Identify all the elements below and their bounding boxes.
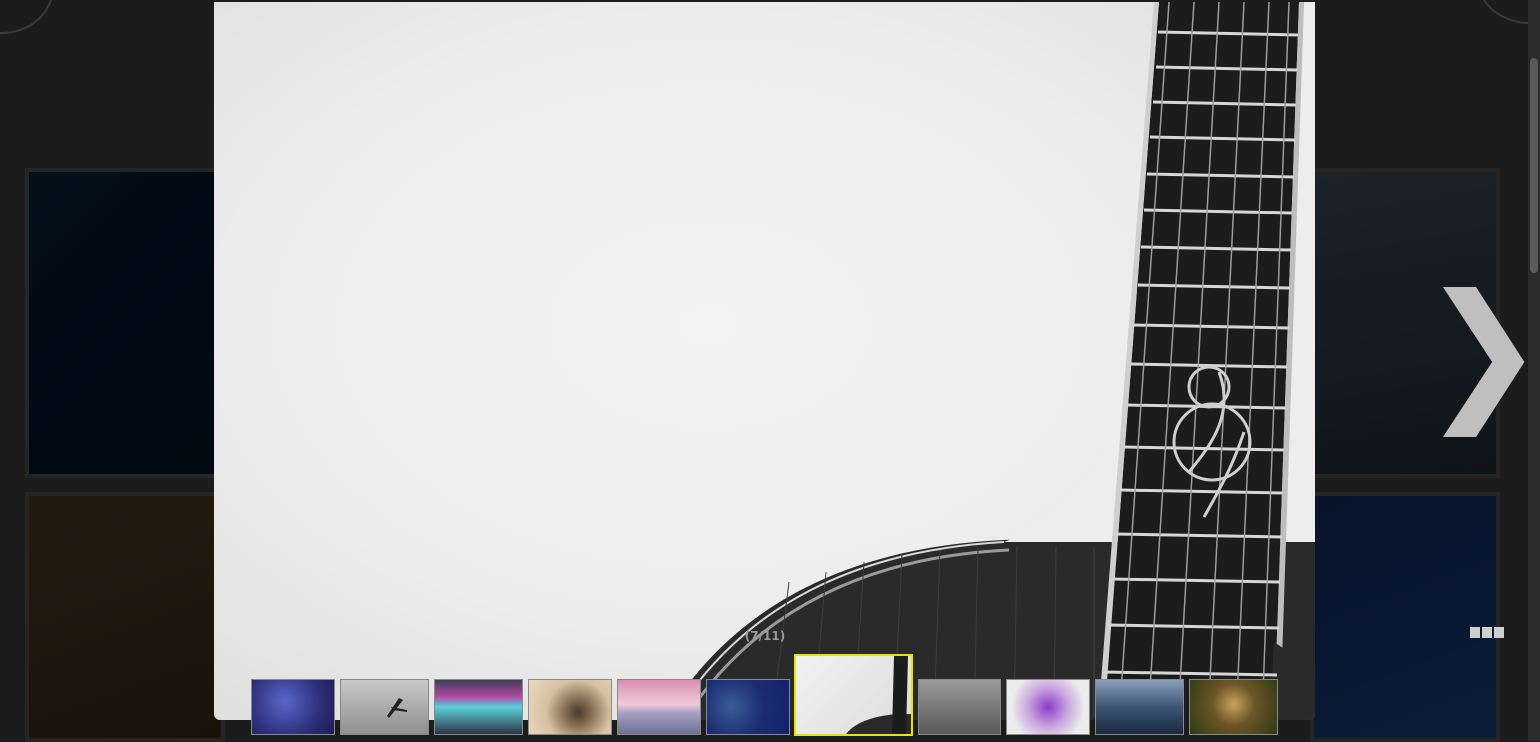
plane-icon [387, 698, 407, 718]
corner-decoration-left [0, 0, 54, 34]
guitar-photo [664, 2, 1315, 720]
gallery-tile-1[interactable] [25, 168, 225, 478]
thumbnail-9[interactable] [1006, 679, 1090, 735]
image-counter: (7/11) [744, 629, 786, 643]
gallery-tile-2[interactable] [25, 492, 225, 742]
guitar-thumb-icon [846, 656, 911, 734]
grid-view-icon[interactable] [1470, 627, 1504, 639]
thumbnail-10[interactable] [1095, 679, 1184, 735]
thumbnail-2[interactable] [340, 679, 429, 735]
scrollbar-thumb[interactable] [1530, 58, 1538, 273]
gallery-tile-4[interactable] [1310, 492, 1500, 742]
thumbnail-7[interactable] [794, 654, 913, 736]
thumbnail-4[interactable] [528, 679, 612, 735]
thumbnail-3[interactable] [434, 679, 523, 735]
thumbnail-1[interactable] [251, 679, 335, 735]
thumbnail-6[interactable] [706, 679, 790, 735]
thumbnail-8[interactable] [918, 679, 1001, 735]
lightbox-image [214, 2, 1315, 720]
thumbnail-5[interactable] [617, 679, 701, 735]
next-image-icon[interactable]: ❯ [1420, 270, 1540, 430]
thumbnail-11[interactable] [1189, 679, 1278, 735]
